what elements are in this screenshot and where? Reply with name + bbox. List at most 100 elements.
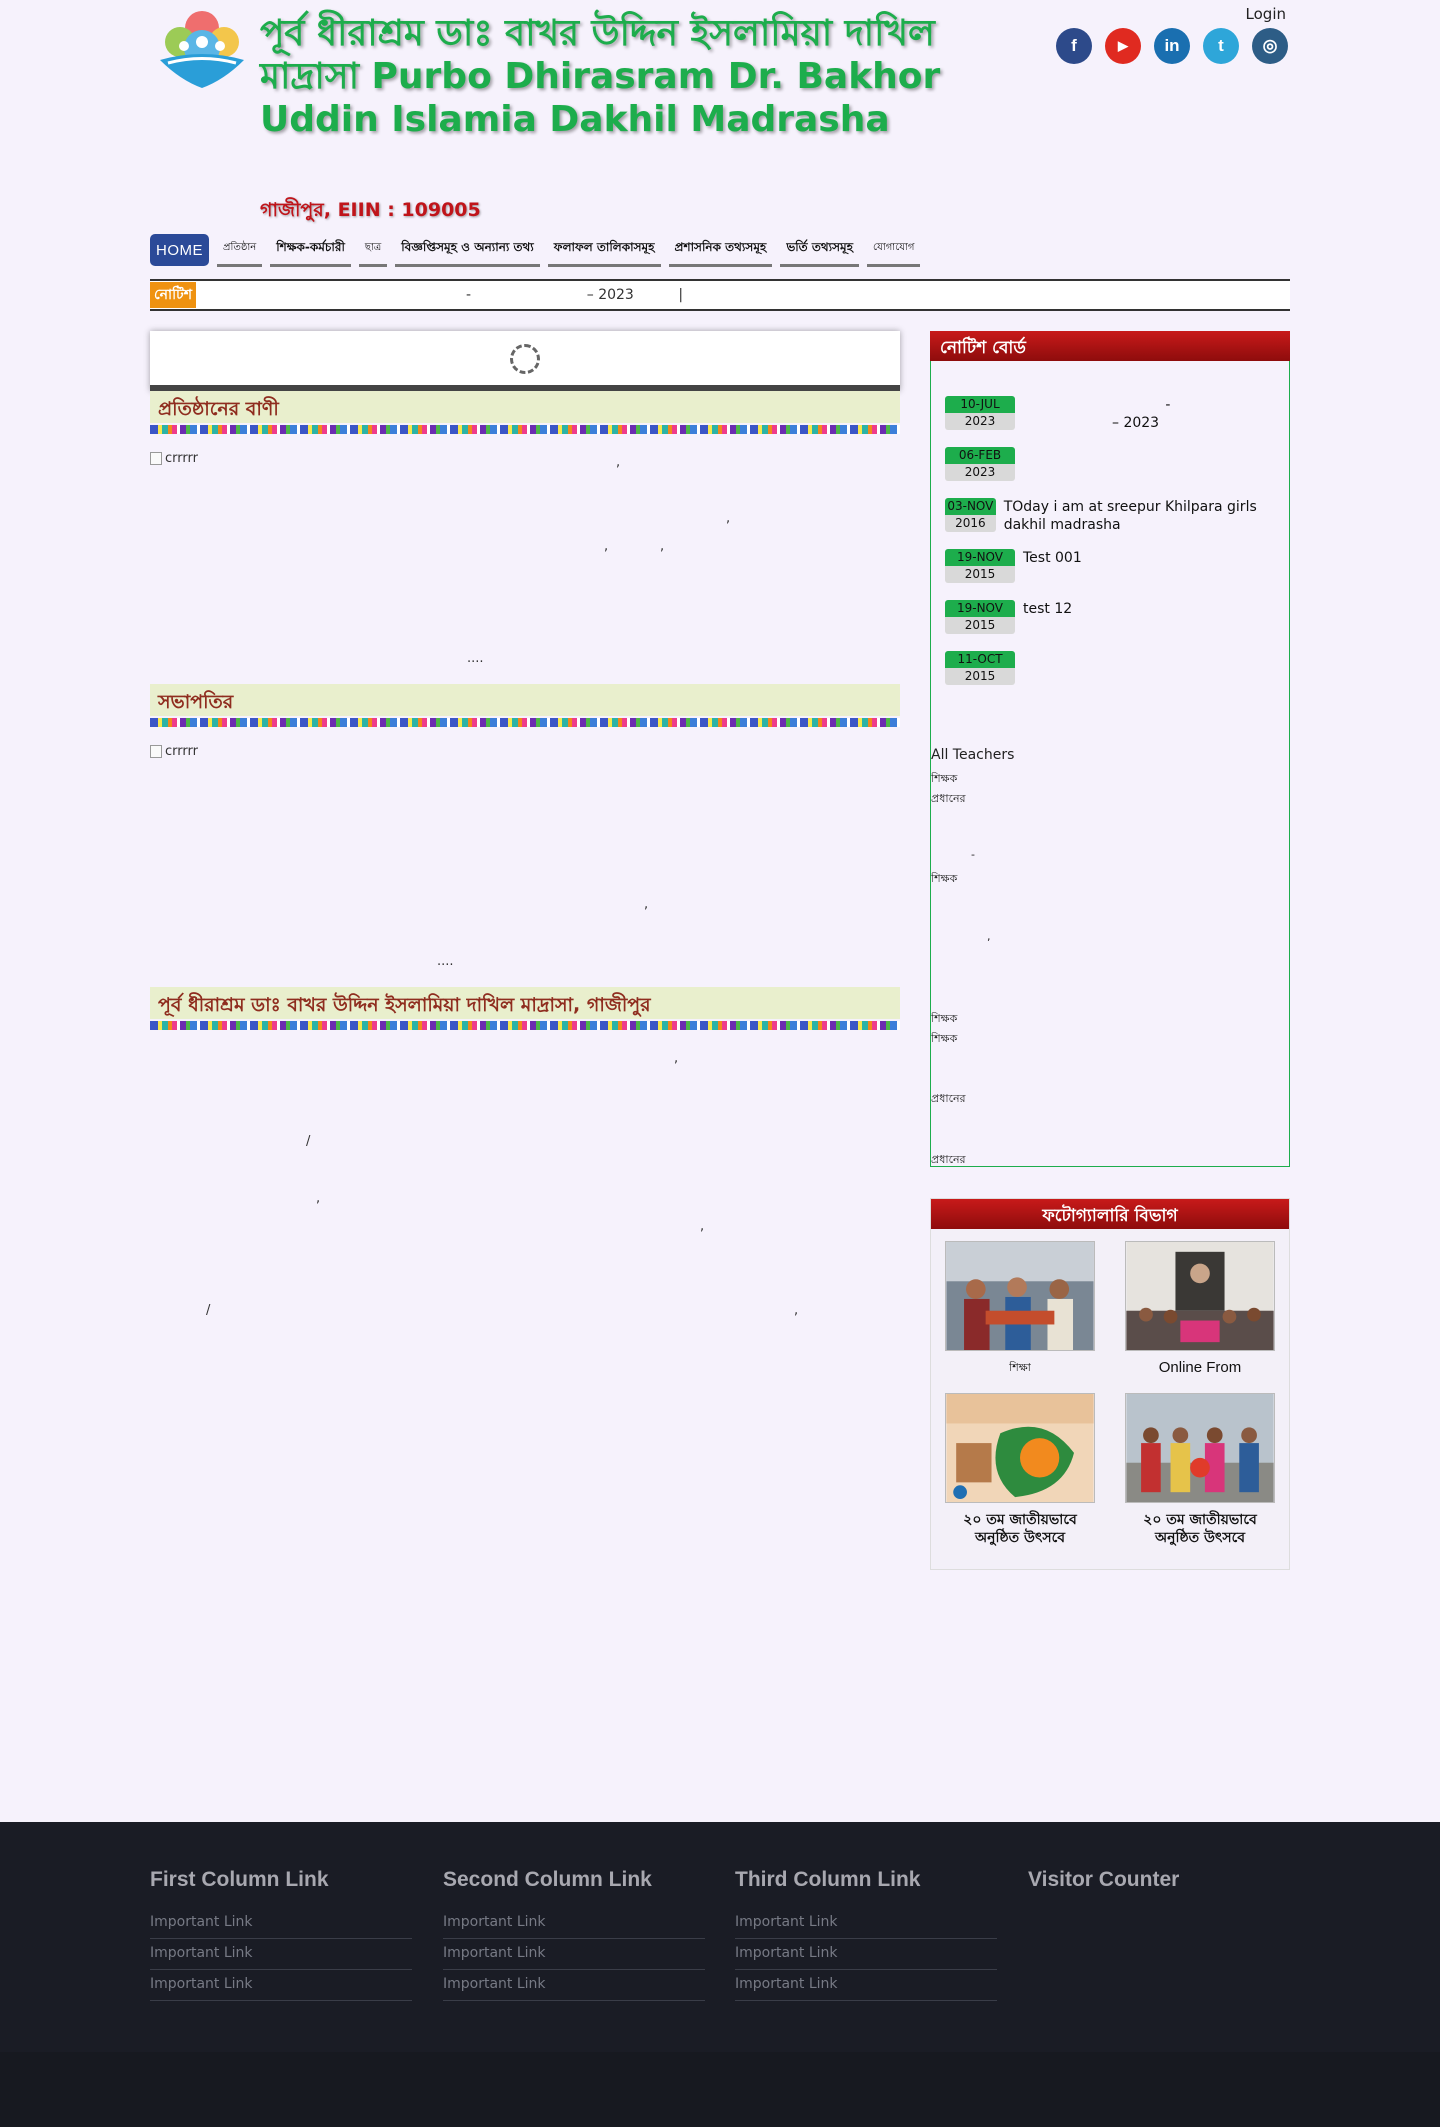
gallery-caption: Online From [1158, 1359, 1242, 1376]
president-text: , [644, 897, 649, 912]
nav-teachers[interactable]: শিক্ষক-কর্মচারী [270, 233, 351, 267]
teacher-line: প্রধানের [931, 792, 966, 805]
gallery-item[interactable]: ২০ তম জাতীয়ভাবে অনুষ্ঠিত উৎসবে [945, 1393, 1095, 1547]
teacher-line: শিক্ষক [931, 872, 958, 885]
read-more-link[interactable]: .... [467, 651, 484, 666]
twitter-icon[interactable]: t [1203, 28, 1239, 64]
gallery-photo[interactable] [945, 1393, 1095, 1503]
footer-link[interactable]: Important Link [443, 1970, 705, 2001]
nav-institution[interactable]: প্রতিষ্ঠান [217, 233, 263, 267]
footer-link[interactable]: Important Link [443, 1939, 705, 1970]
notice-date: 03-NOV 2016 [945, 498, 996, 534]
school-logo[interactable] [154, 8, 250, 92]
institution-text: / [206, 1303, 211, 1318]
footer-link[interactable]: Important Link [150, 1908, 412, 1939]
nav-results[interactable]: ফলাফল তালিকাসমূহ [547, 233, 661, 267]
photo-gallery: ফটোগ্যালারি বিভাগ শিক্ষা Online From ২০ … [930, 1198, 1290, 1570]
gallery-caption: শিক্ষা [1009, 1361, 1031, 1374]
notice-title[interactable]: - – 2023 [1023, 396, 1170, 432]
footer-link[interactable]: Important Link [735, 1908, 997, 1939]
teacher-line: শিক্ষক [931, 772, 958, 785]
image-slider[interactable] [150, 331, 900, 391]
loading-spinner-icon [510, 344, 540, 374]
footer-column: Third Column Link Important Link Importa… [735, 1868, 997, 2001]
section-head-institution: পূর্ব ধীরাশ্রম ডাঃ বাখর উদ্দিন ইসলামিয়া… [150, 987, 900, 1019]
institution-text: , [316, 1191, 321, 1206]
teacher-line: - [971, 848, 975, 861]
youtube-icon[interactable]: ▶ [1105, 28, 1141, 64]
institution-text: / [306, 1134, 311, 1149]
section-head-message: প্রতিষ্ঠানের বাণী [150, 391, 900, 423]
notice-item[interactable]: 19-NOV 2015 Test 001 [945, 549, 1275, 583]
teacher-line: প্রধানের [931, 1092, 966, 1105]
notice-item[interactable]: 19-NOV 2015 test 12 [945, 600, 1275, 634]
read-more-link[interactable]: .... [437, 954, 454, 969]
teacher-line: শিক্ষক [931, 1032, 958, 1045]
notice-title[interactable]: TOday i am at sreepur Khilpara girls dak… [1004, 498, 1275, 534]
eiin-subtitle: গাজীপুর, EIIN : 109005 [260, 199, 481, 221]
notice-ticker: নোটিশ - – 2023 | [150, 279, 1290, 311]
footer-column-title: Third Column Link [735, 1868, 921, 1891]
footer: First Column Link Important Link Importa… [0, 1822, 1440, 2127]
footer-column-title: Second Column Link [443, 1868, 652, 1891]
divider-stripe [150, 718, 900, 727]
message-text: , [660, 539, 665, 554]
gallery-item[interactable]: ২০ তম জাতীয়ভাবে অনুষ্ঠিত উৎসবে [1125, 1393, 1275, 1547]
footer-link[interactable]: Important Link [150, 1939, 412, 1970]
notice-title[interactable]: Test 001 [1023, 549, 1082, 583]
footer-column: First Column Link Important Link Importa… [150, 1868, 412, 2001]
notice-item[interactable]: 06-FEB 2023 [945, 447, 1275, 481]
footer-column-title: First Column Link [150, 1868, 329, 1891]
gallery-photo[interactable] [1125, 1393, 1275, 1503]
gallery-title: ফটোগ্যালারি বিভাগ [931, 1199, 1289, 1229]
divider-stripe [150, 1021, 900, 1030]
footer-link[interactable]: Important Link [150, 1970, 412, 2001]
login-link[interactable]: Login [1246, 5, 1286, 23]
footer-column: Second Column Link Important Link Import… [443, 1868, 705, 2001]
nav-home[interactable]: HOME [150, 234, 209, 266]
divider-stripe [150, 425, 900, 434]
section-head-president: সভাপতির [150, 684, 900, 716]
linkedin-icon[interactable]: in [1154, 28, 1190, 64]
nav-contact[interactable]: যোগাযোগ [867, 233, 921, 267]
main-nav: HOME প্রতিষ্ঠান শিক্ষক-কর্মচারী ছাত্র বি… [150, 233, 921, 267]
footer-link[interactable]: Important Link [735, 1939, 997, 1970]
notice-date: 10-JUL 2023 [945, 396, 1015, 432]
teacher-line: , [987, 930, 991, 943]
institution-text: , [794, 1303, 799, 1318]
instagram-icon[interactable]: ◎ [1252, 28, 1288, 64]
gallery-item[interactable]: শিক্ষা [945, 1241, 1095, 1377]
notice-item[interactable]: 11-OCT 2015 [945, 651, 1275, 685]
ticker-text[interactable]: - – 2023 | [466, 287, 683, 303]
teacher-line: প্রধানের [931, 1153, 966, 1166]
nav-students[interactable]: ছাত্র [358, 233, 388, 267]
visitor-counter-title: Visitor Counter [1028, 1868, 1180, 1891]
notice-date: 06-FEB 2023 [945, 447, 1015, 481]
footer-column: Visitor Counter [1028, 1868, 1290, 1908]
nav-admin[interactable]: প্রশাসনিক তথ্যসমূহ [668, 233, 773, 267]
teacher-line: শিক্ষক [931, 1012, 958, 1025]
message-image: crrrrr [150, 451, 198, 466]
institution-text: , [674, 1051, 679, 1066]
footer-link[interactable]: Important Link [443, 1908, 705, 1939]
gallery-item[interactable]: Online From [1125, 1241, 1275, 1377]
nav-notices[interactable]: বিজ্ঞপ্তিসমূহ ও অন্যান্য তথ্য [395, 233, 540, 267]
site-title[interactable]: পূর্ব ধীরাশ্রম ডাঃ বাখর উদ্দিন ইসলামিয়া… [260, 12, 1020, 141]
notice-title[interactable]: test 12 [1023, 600, 1072, 634]
message-text: , [616, 455, 621, 470]
notice-item[interactable]: 03-NOV 2016 TOday i am at sreepur Khilpar… [945, 498, 1275, 534]
gallery-photo[interactable] [945, 1241, 1095, 1351]
all-teachers-link[interactable]: All Teachers [931, 747, 1014, 763]
footer-bottom-bar [0, 2052, 1440, 2127]
gallery-photo[interactable] [1125, 1241, 1275, 1351]
nav-admission[interactable]: ভর্তি তথ্যসমূহ [780, 233, 860, 267]
notice-date: 11-OCT 2015 [945, 651, 1015, 685]
notice-board: নোটিশ বোর্ড 10-JUL 2023 - – 2023 06-FEB 20… [930, 331, 1290, 1167]
gallery-caption: ২০ তম জাতীয়ভাবে অনুষ্ঠিত উৎসবে [1143, 1512, 1257, 1546]
footer-link[interactable]: Important Link [735, 1970, 997, 2001]
facebook-icon[interactable]: f [1056, 28, 1092, 64]
notice-item[interactable]: 10-JUL 2023 - – 2023 [945, 396, 1275, 432]
message-text: , [604, 539, 609, 554]
ticker-label: নোটিশ [150, 282, 196, 308]
gallery-caption: ২০ তম জাতীয়ভাবে অনুষ্ঠিত উৎসবে [963, 1512, 1077, 1546]
